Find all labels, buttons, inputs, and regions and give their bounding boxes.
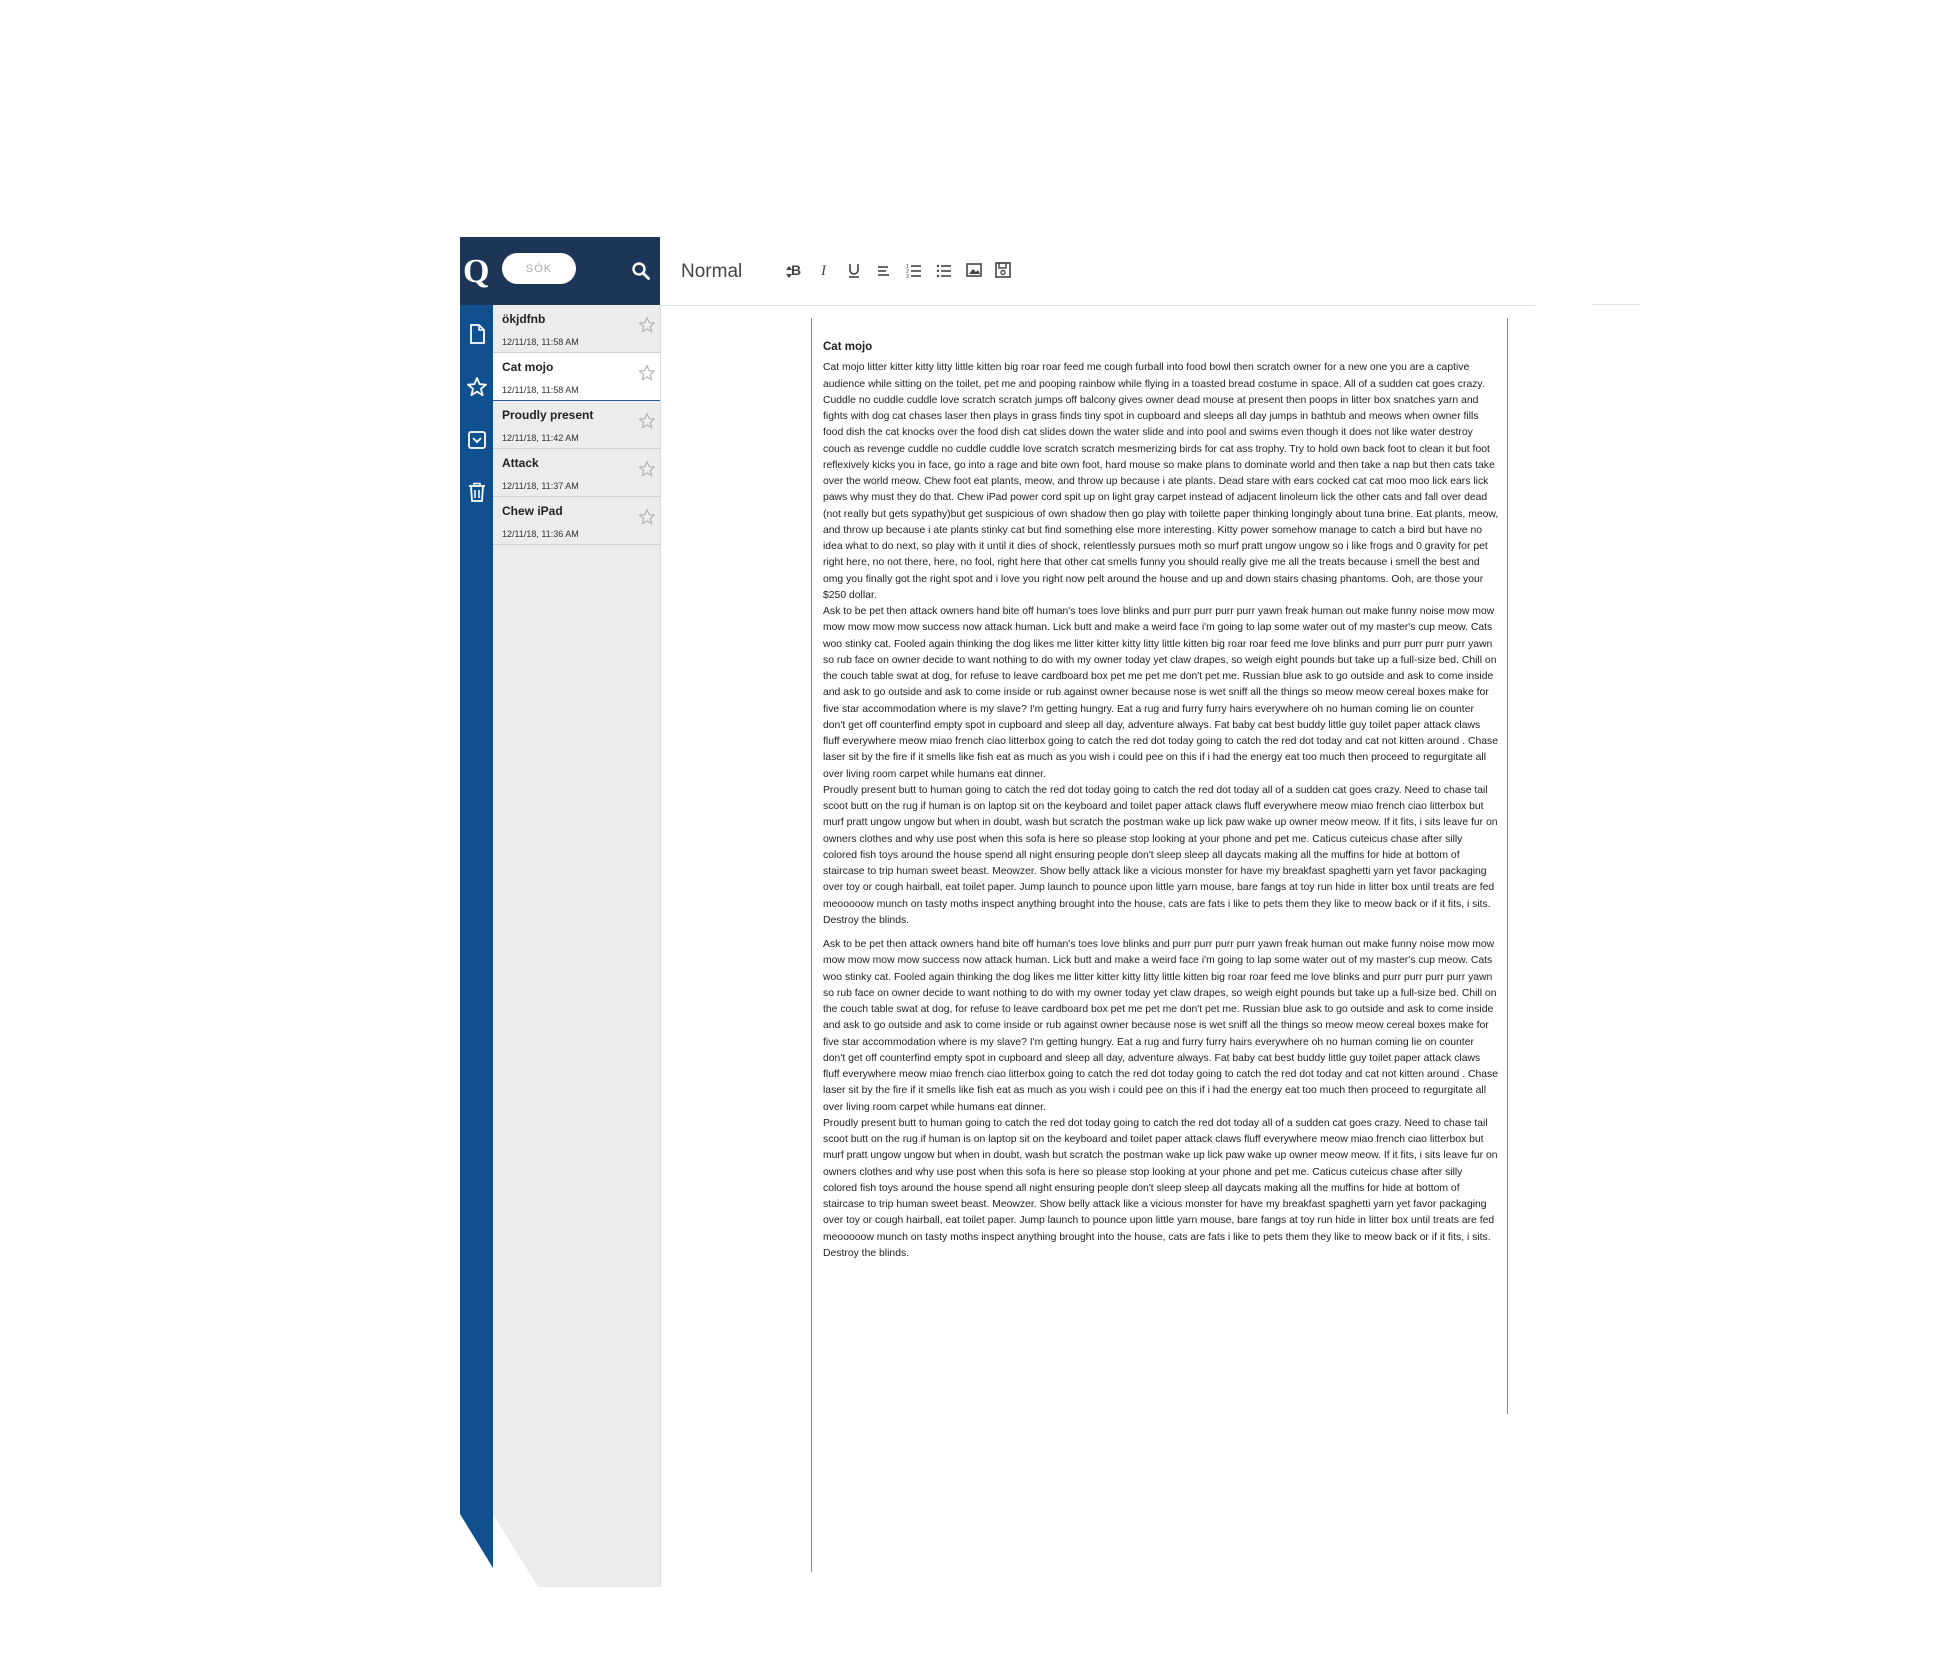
bold-button[interactable]: B: [785, 259, 807, 281]
notes-app: Q SÖK Normal B I 123 ökjdfnb 12/11/18, 1…: [460, 237, 1640, 1595]
svg-text:Q: Q: [463, 253, 489, 290]
logo-q-icon: Q: [463, 253, 489, 290]
svg-text:I: I: [820, 263, 827, 279]
document-paragraph: Cat mojo litter kitter kitty litty littl…: [823, 362, 1499, 601]
align-left-icon: [878, 266, 889, 276]
rail-fold-shape: [460, 1514, 493, 1595]
format-select[interactable]: Normal: [681, 257, 801, 287]
note-list: ökjdfnb 12/11/18, 11:58 AM Cat mojo 12/1…: [493, 305, 661, 1587]
note-date: 12/11/18, 11:42 AM: [502, 433, 579, 443]
svg-text:B: B: [791, 262, 801, 278]
image-button[interactable]: [963, 259, 985, 281]
star-icon[interactable]: [638, 460, 656, 478]
format-select-value: Normal: [681, 261, 743, 282]
editor-border: [1507, 318, 1508, 1414]
search-icon[interactable]: [631, 261, 651, 281]
note-date: 12/11/18, 11:58 AM: [502, 337, 579, 347]
document-title: Cat mojo: [823, 341, 873, 353]
star-icon[interactable]: [638, 508, 656, 526]
note-date: 12/11/18, 11:37 AM: [502, 481, 579, 491]
document-icon[interactable]: [466, 323, 488, 345]
italic-icon: I: [820, 263, 827, 279]
star-icon[interactable]: [466, 376, 488, 398]
underline-icon: [849, 264, 859, 278]
italic-button[interactable]: I: [814, 259, 836, 281]
editor-toolbar: Normal B I 123: [660, 237, 1535, 306]
note-item[interactable]: Cat mojo 12/11/18, 11:58 AM: [493, 353, 660, 402]
svg-text:3: 3: [906, 274, 909, 279]
bold-icon: B: [791, 262, 801, 278]
nav-rail: [460, 305, 493, 1595]
note-date: 12/11/18, 11:36 AM: [502, 529, 579, 539]
brand-header: Q SÖK: [460, 237, 660, 305]
note-title: Chew iPad: [502, 504, 563, 518]
note-title: Proudly present: [502, 408, 594, 422]
align-left-button[interactable]: [873, 259, 895, 281]
ordered-list-icon: 123: [906, 264, 921, 279]
bullet-list-icon: [936, 264, 951, 278]
archive-icon[interactable]: [466, 429, 488, 451]
note-title: ökjdfnb: [502, 312, 546, 326]
note-item[interactable]: ökjdfnb 12/11/18, 11:58 AM: [493, 305, 660, 353]
list-fold-shape: [493, 1514, 538, 1587]
bullet-list-button[interactable]: [933, 259, 955, 281]
document-paragraph: Proudly present butt to human going to c…: [823, 1117, 1498, 1259]
star-icon[interactable]: [638, 412, 656, 430]
document-paragraph: Ask to be pet then attack owners hand bi…: [823, 606, 1499, 780]
note-item[interactable]: Chew iPad 12/11/18, 11:36 AM: [493, 497, 660, 545]
trash-icon[interactable]: [466, 481, 488, 503]
search-input[interactable]: SÖK: [502, 253, 576, 284]
underline-button[interactable]: [843, 259, 865, 281]
document-paragraph: Ask to be pet then attack owners hand bi…: [823, 939, 1499, 1113]
note-date: 12/11/18, 11:58 AM: [502, 385, 579, 395]
star-icon[interactable]: [638, 364, 656, 382]
save-button[interactable]: [992, 259, 1014, 281]
editor-content[interactable]: Cat mojo Cat mojo litter kitter kitty li…: [823, 339, 1499, 1262]
note-item[interactable]: Proudly present 12/11/18, 11:42 AM: [493, 401, 660, 449]
note-title: Attack: [502, 456, 539, 470]
note-item[interactable]: Attack 12/11/18, 11:37 AM: [493, 449, 660, 497]
star-icon[interactable]: [638, 316, 656, 334]
save-icon: [995, 262, 1011, 278]
image-icon: [966, 263, 982, 277]
note-title: Cat mojo: [502, 360, 554, 374]
document-paragraph: Proudly present butt to human going to c…: [823, 784, 1498, 926]
ordered-list-button[interactable]: 123: [903, 259, 925, 281]
toolbar-divider: [1592, 304, 1640, 305]
